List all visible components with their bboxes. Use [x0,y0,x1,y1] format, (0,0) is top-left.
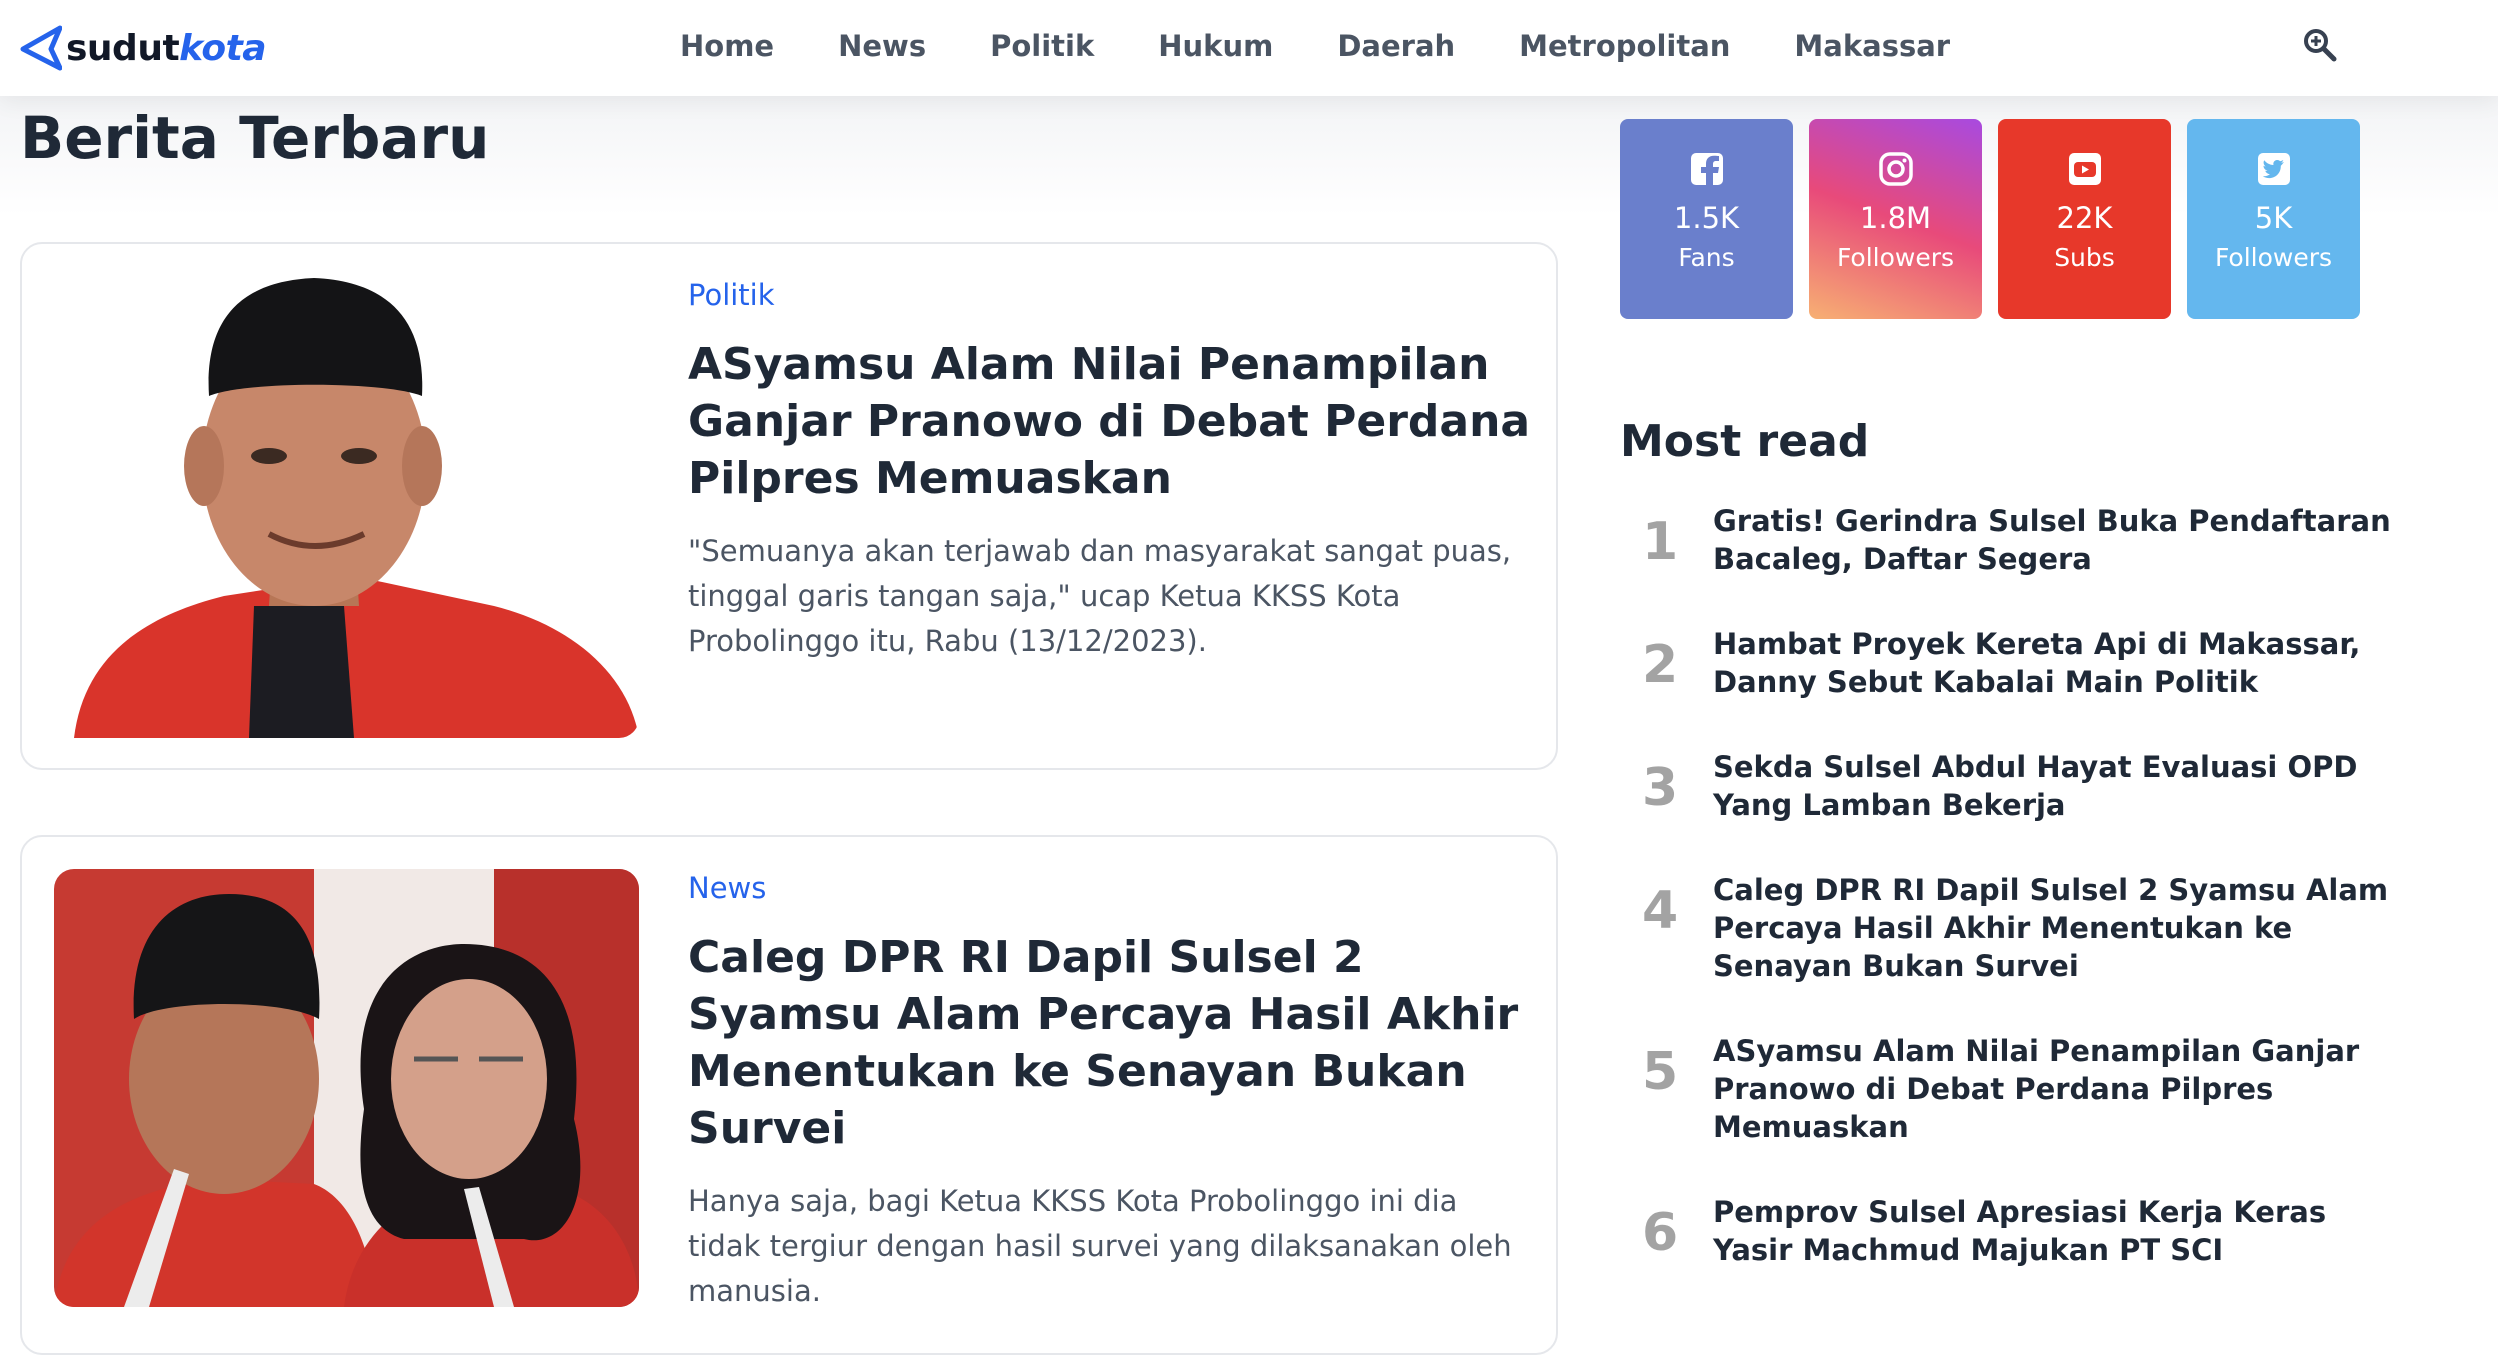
facebook-tile[interactable]: 1.5K Fans [1620,119,1793,319]
search-button[interactable] [2302,27,2338,63]
youtube-label: Subs [2054,243,2115,272]
most-read-item: 3 Sekda Sulsel Abdul Hayat Evaluasi OPD … [1620,748,2400,868]
nav-item-hukum[interactable]: Hukum [1158,29,1273,63]
article-thumbnail[interactable] [54,869,639,1307]
most-read-rank: 1 [1642,512,1679,572]
logo-arrow-icon [20,25,62,71]
article-card[interactable]: News Caleg DPR RI Dapil Sulsel 2 Syamsu … [20,835,1558,1355]
most-read-link[interactable]: Pemprov Sulsel Apresiasi Kerja Keras Yas… [1713,1193,2393,1269]
most-read-link[interactable]: Hambat Proyek Kereta Api di Makassar, Da… [1713,625,2393,701]
social-counters: 1.5K Fans 1.8M Followers 22K Subs 5K Fol… [1620,119,2360,319]
most-read-item: 4 Caleg DPR RI Dapil Sulsel 2 Syamsu Ala… [1620,871,2400,991]
instagram-count: 1.8M [1859,201,1932,235]
most-read-link[interactable]: Sekda Sulsel Abdul Hayat Evaluasi OPD Ya… [1713,748,2393,824]
logo-text-part1: sudut [66,27,180,69]
article-excerpt: Hanya saja, bagi Ketua KKSS Kota Proboli… [688,1184,1512,1308]
article-photo-two-people-in-red [54,869,639,1307]
twitter-icon [2257,153,2290,185]
site-header: sudutkota Home News Politik Hukum Daerah… [0,0,2498,96]
logo-text-part2: kota [179,27,267,69]
facebook-count: 1.5K [1673,201,1740,235]
instagram-icon [1878,152,1913,186]
article-card[interactable]: Politik ASyamsu Alam Nilai Penampilan Ga… [20,242,1558,770]
article-excerpt: "Semuanya akan terjawab dan masyarakat s… [688,534,1512,658]
article-category[interactable]: Politik [688,278,1534,312]
search-icon [2304,29,2337,62]
instagram-label: Followers [1836,243,1955,272]
article-body: News Caleg DPR RI Dapil Sulsel 2 Syamsu … [688,871,1534,1314]
youtube-tile[interactable]: 22K Subs [1998,119,2171,319]
main-nav: Home News Politik Hukum Daerah Metropoli… [680,0,1950,92]
twitter-tile[interactable]: 5K Followers [2187,119,2360,319]
article-category[interactable]: News [688,871,1534,905]
most-read-item: 2 Hambat Proyek Kereta Api di Makassar, … [1620,625,2400,745]
site-logo[interactable]: sudutkota [20,20,267,76]
article-title[interactable]: ASyamsu Alam Nilai Penampilan Ganjar Pra… [688,336,1534,507]
nav-item-daerah[interactable]: Daerah [1337,29,1455,63]
article-body: Politik ASyamsu Alam Nilai Penampilan Ga… [688,278,1534,664]
nav-item-makassar[interactable]: Makassar [1794,29,1950,63]
article-photo-man-in-red-jacket [54,276,639,738]
most-read-rank: 2 [1642,635,1679,695]
section-title: Berita Terbaru [20,104,490,172]
most-read-item: 1 Gratis! Gerindra Sulsel Buka Pendaftar… [1620,502,2400,622]
facebook-icon [1690,153,1723,185]
most-read-item: 6 Pemprov Sulsel Apresiasi Kerja Keras Y… [1620,1193,2400,1313]
most-read-rank: 3 [1642,758,1679,818]
most-read-title: Most read [1620,416,1870,467]
twitter-label: Followers [2214,243,2333,272]
twitter-count: 5K [2254,201,2293,235]
most-read-link[interactable]: Gratis! Gerindra Sulsel Buka Pendaftaran… [1713,502,2393,578]
most-read-rank: 4 [1642,881,1679,941]
youtube-count: 22K [2056,201,2113,235]
most-read-link[interactable]: ASyamsu Alam Nilai Penampilan Ganjar Pra… [1713,1032,2393,1146]
nav-item-metropolitan[interactable]: Metropolitan [1519,29,1730,63]
instagram-tile[interactable]: 1.8M Followers [1809,119,1982,319]
facebook-label: Fans [1678,243,1735,272]
nav-item-politik[interactable]: Politik [990,29,1094,63]
article-thumbnail[interactable] [54,276,639,738]
nav-item-home[interactable]: Home [680,29,774,63]
most-read-rank: 5 [1642,1042,1679,1102]
nav-item-news[interactable]: News [838,29,926,63]
most-read-link[interactable]: Caleg DPR RI Dapil Sulsel 2 Syamsu Alam … [1713,871,2393,985]
most-read-rank: 6 [1642,1203,1679,1263]
logo-text: sudutkota [66,27,267,69]
youtube-icon [2068,153,2101,185]
article-title[interactable]: Caleg DPR RI Dapil Sulsel 2 Syamsu Alam … [688,929,1534,1157]
most-read-item: 5 ASyamsu Alam Nilai Penampilan Ganjar P… [1620,1032,2400,1152]
